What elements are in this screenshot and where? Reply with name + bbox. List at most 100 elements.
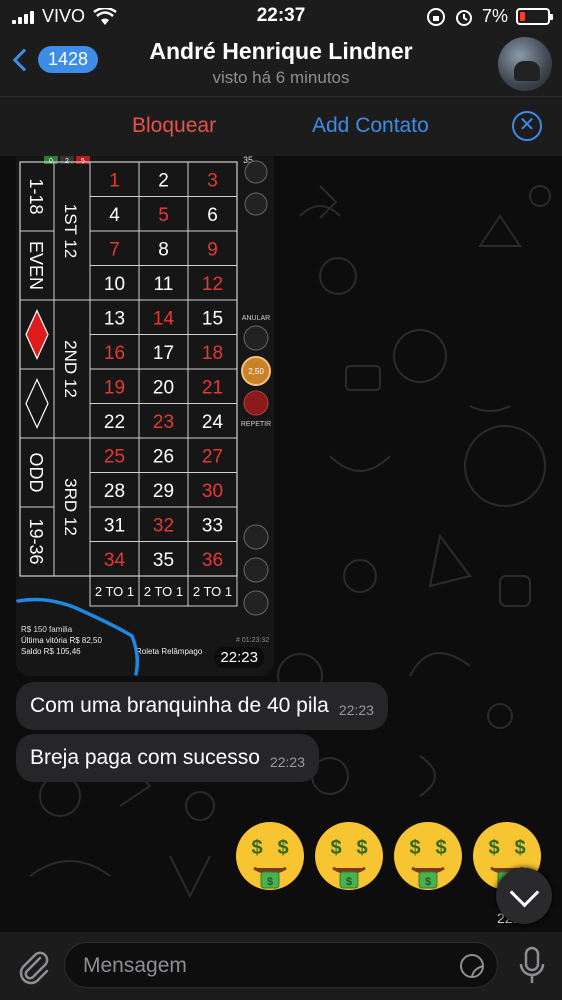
swap-button (243, 524, 269, 550)
message-time: 22:23 (338, 702, 374, 718)
photo-message[interactable]: 0 2 5 1-18 EVEN ODD 19-36 1ST 12 2ND 12 3RD 12 1 2 3… (16, 156, 274, 676)
outside-bet-label: ODD (26, 453, 46, 493)
number-label: 21 (202, 377, 223, 398)
svg-text:$: $ (435, 837, 446, 859)
message-input[interactable] (83, 951, 443, 981)
scroll-down-button[interactable] (496, 868, 552, 924)
number-label: 14 (153, 308, 175, 329)
cancel-label: ANULAR (242, 315, 270, 322)
block-button[interactable]: Bloquear (132, 114, 216, 138)
number-label: 24 (202, 412, 224, 433)
collapse-button (244, 192, 268, 216)
racetrack-button (243, 557, 269, 583)
number-label: 31 (104, 515, 125, 536)
message-bubble[interactable]: Breja paga com sucesso 22:23 (16, 734, 320, 782)
svg-text:$: $ (488, 837, 499, 859)
contact-name[interactable]: André Henrique Lindner (0, 38, 562, 65)
game-id: # 01:23:32 (236, 637, 269, 644)
number-label: 19 (104, 377, 125, 398)
number-label: 36 (202, 550, 223, 571)
game-name: Roleta Relâmpago (136, 647, 203, 656)
paperclip-icon[interactable] (14, 948, 52, 986)
roulette-screenshot: 0 2 51-18EVENODD19-361ST 122ND 123RD 121 2 3… (16, 156, 274, 676)
number-label: 16 (104, 343, 125, 364)
number-label: 35 (153, 550, 174, 571)
number-label: 3 (207, 170, 218, 191)
info-line: Saldo R$ 105,46 (21, 647, 81, 656)
number-label: 26 (153, 446, 174, 467)
chat-header: 1428 André Henrique Lindner visto há 6 m… (0, 34, 562, 96)
number-label: 9 (207, 239, 218, 260)
number-label: 25 (104, 446, 125, 467)
alarm-icon (455, 9, 472, 26)
close-icon[interactable]: ✕ (512, 111, 542, 141)
add-contact-button[interactable]: Add Contato (312, 114, 429, 138)
contact-action-bar: Bloquear Add Contato ✕ (0, 96, 562, 156)
message-text: Com uma branquinha de 40 pila (30, 694, 329, 717)
dozen-label: 3RD 12 (61, 478, 80, 536)
number-label: 7 (109, 239, 120, 260)
number-label: 32 (153, 515, 174, 536)
number-label: 20 (153, 377, 174, 398)
number-label: 5 (158, 205, 169, 226)
svg-text:$: $ (356, 837, 367, 859)
photo-timestamp: 22:23 (214, 647, 264, 668)
number-label: 34 (104, 550, 126, 571)
stats-button (244, 160, 268, 184)
svg-text:$: $ (514, 837, 525, 859)
message-field[interactable] (64, 942, 498, 988)
message-text: Breja paga com sucesso (30, 746, 260, 769)
number-label: 13 (104, 308, 125, 329)
svg-text:$: $ (425, 876, 431, 888)
info-line: R$ 150 familia (21, 625, 73, 634)
number-label: 22 (104, 412, 125, 433)
money-mouth-face-emoji: $ $ $ (236, 822, 304, 890)
number-label: 23 (153, 412, 174, 433)
message-bubble[interactable]: Com uma branquinha de 40 pila 22:23 (16, 682, 388, 730)
number-label: 33 (202, 515, 223, 536)
money-mouth-face-emoji: $ $ $ (394, 822, 462, 890)
microphone-icon[interactable] (518, 946, 546, 986)
dozen-label: 1ST 12 (61, 204, 80, 259)
battery-icon (516, 8, 553, 25)
number-label: 30 (202, 481, 223, 502)
number-label: 2 (158, 170, 169, 191)
undo-button (243, 325, 269, 351)
avatar[interactable] (498, 37, 552, 91)
number-label: 17 (153, 343, 174, 364)
number-label: 12 (202, 274, 223, 295)
number-label: 15 (202, 308, 223, 329)
svg-text:$: $ (346, 876, 352, 888)
outside-bet-label: 19-36 (26, 518, 46, 564)
repeat-label: REPETIR (241, 421, 271, 428)
number-label: 4 (109, 205, 120, 226)
number-label: 11 (154, 274, 174, 295)
rotation-lock-icon (426, 7, 445, 26)
chat-area[interactable]: 0 2 5 1-18 EVEN ODD 19-36 1ST 12 2ND 12 3RD 12 1 2 3… (0, 156, 562, 932)
svg-text:$: $ (251, 837, 262, 859)
svg-text:$: $ (267, 876, 273, 888)
sticker-icon[interactable] (459, 953, 485, 979)
composer-bar (0, 932, 562, 1000)
outside-bet-label: 1-18 (26, 178, 46, 214)
number-label: 29 (153, 481, 174, 502)
dozen-label: 2ND 12 (61, 340, 80, 398)
outside-bet-label: EVEN (26, 241, 46, 290)
repeat-button (243, 390, 269, 416)
number-label: 8 (158, 239, 169, 260)
message-time: 22:23 (269, 754, 306, 770)
column-bet-label: 2 TO 1 (95, 584, 134, 599)
number-label: 1 (109, 170, 120, 191)
status-bar: VIVO 22:37 7% (0, 0, 562, 34)
last-seen: visto há 6 minutos (212, 68, 350, 87)
chip-value: 2,50 (248, 367, 264, 376)
column-bet-label: 2 TO 1 (193, 584, 232, 599)
column-bet-label: 2 TO 1 (144, 584, 183, 599)
svg-text:$: $ (409, 837, 420, 859)
number-label: 10 (104, 274, 125, 295)
svg-text:$: $ (277, 837, 288, 859)
number-label: 28 (104, 481, 125, 502)
number-label: 27 (202, 446, 223, 467)
number-label: 18 (202, 343, 223, 364)
svg-text:$: $ (330, 837, 341, 859)
